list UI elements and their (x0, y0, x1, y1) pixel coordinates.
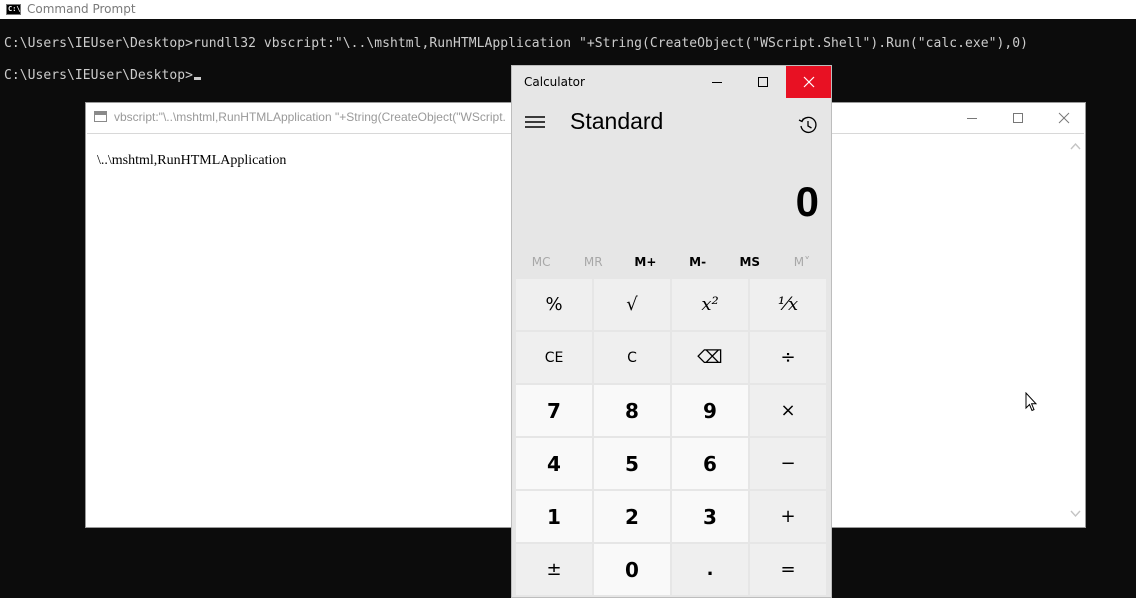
clear-button[interactable]: C (594, 332, 670, 383)
console-line-command: C:\Users\IEUser\Desktop>rundll32 vbscrip… (4, 36, 1028, 51)
console-prompt-line[interactable]: C:\Users\IEUser\Desktop> (4, 68, 202, 83)
calculator-close-button[interactable] (786, 66, 831, 98)
divide-button[interactable]: ÷ (750, 332, 826, 383)
application-window-icon (94, 111, 107, 122)
memory-store-button[interactable]: MS (724, 249, 776, 275)
memory-recall-button[interactable]: MR (567, 249, 619, 275)
digit-9-button[interactable]: 9 (672, 385, 748, 436)
vertical-scrollbar[interactable] (1067, 134, 1084, 526)
negate-button[interactable]: ± (516, 544, 592, 595)
digit-3-button[interactable]: 3 (672, 491, 748, 542)
maximize-icon (758, 77, 768, 87)
close-icon (1058, 112, 1070, 123)
maximize-button[interactable] (995, 103, 1041, 132)
scroll-up-arrow-icon[interactable] (1070, 142, 1081, 150)
calculator-maximize-button[interactable] (740, 66, 786, 98)
multiply-button[interactable]: × (750, 385, 826, 436)
maximize-icon (1013, 112, 1023, 123)
square-root-button[interactable]: √ (594, 279, 670, 330)
digit-1-button[interactable]: 1 (516, 491, 592, 542)
cmd-window-title: Command Prompt (27, 2, 136, 16)
calculator-minimize-button[interactable] (694, 66, 740, 98)
close-icon (803, 76, 815, 88)
mouse-pointer-icon (1025, 392, 1037, 412)
minimize-icon (712, 82, 722, 83)
calculator-titlebar[interactable]: Calculator (512, 66, 831, 98)
console-prompt: C:\Users\IEUser\Desktop> (4, 68, 194, 83)
digit-7-button[interactable]: 7 (516, 385, 592, 436)
scroll-down-arrow-icon[interactable] (1070, 510, 1081, 518)
close-button[interactable] (1041, 103, 1087, 132)
mshta-window-title: vbscript:"\..\mshtml,RunHTMLApplication … (114, 110, 506, 124)
calculator-display: 0 (795, 178, 819, 225)
digit-2-button[interactable]: 2 (594, 491, 670, 542)
add-button[interactable]: + (750, 491, 826, 542)
subtract-button[interactable]: − (750, 438, 826, 489)
square-button[interactable]: x² (672, 279, 748, 330)
cmd-titlebar[interactable]: C:\ Command Prompt (0, 0, 1136, 19)
equals-button[interactable]: = (750, 544, 826, 595)
percent-button[interactable]: % (516, 279, 592, 330)
digit-5-button[interactable]: 5 (594, 438, 670, 489)
memory-list-button[interactable]: M˅ (776, 249, 828, 275)
memory-add-button[interactable]: M+ (619, 249, 671, 275)
decimal-button[interactable]: . (672, 544, 748, 595)
history-icon[interactable] (797, 114, 819, 136)
calculator-window: Calculator Standard 0 MC MR M+ M- MS M˅ (511, 65, 832, 598)
reciprocal-button[interactable]: ¹⁄x (750, 279, 826, 330)
digit-8-button[interactable]: 8 (594, 385, 670, 436)
clear-entry-button[interactable]: CE (516, 332, 592, 383)
memory-clear-button[interactable]: MC (515, 249, 567, 275)
hamburger-menu-icon[interactable] (524, 113, 546, 131)
calculator-header: Standard (512, 102, 831, 142)
calculator-title: Calculator (524, 75, 585, 89)
digit-4-button[interactable]: 4 (516, 438, 592, 489)
backspace-button[interactable]: ⌫ (672, 332, 748, 383)
command-prompt-icon: C:\ (6, 4, 21, 15)
minimize-button[interactable] (949, 103, 995, 132)
minimize-icon (967, 117, 977, 119)
calculator-mode-title: Standard (570, 108, 664, 134)
memory-subtract-button[interactable]: M- (672, 249, 724, 275)
digit-6-button[interactable]: 6 (672, 438, 748, 489)
digit-0-button[interactable]: 0 (594, 544, 670, 595)
memory-bar: MC MR M+ M- MS M˅ (515, 249, 828, 275)
page-text: \..\mshtml,RunHTMLApplication (97, 153, 287, 168)
text-cursor (194, 77, 202, 80)
calculator-keypad: % √ x² ¹⁄x CE C ⌫ ÷ 7 8 9 × 4 5 6 − 1 2 … (516, 279, 830, 595)
